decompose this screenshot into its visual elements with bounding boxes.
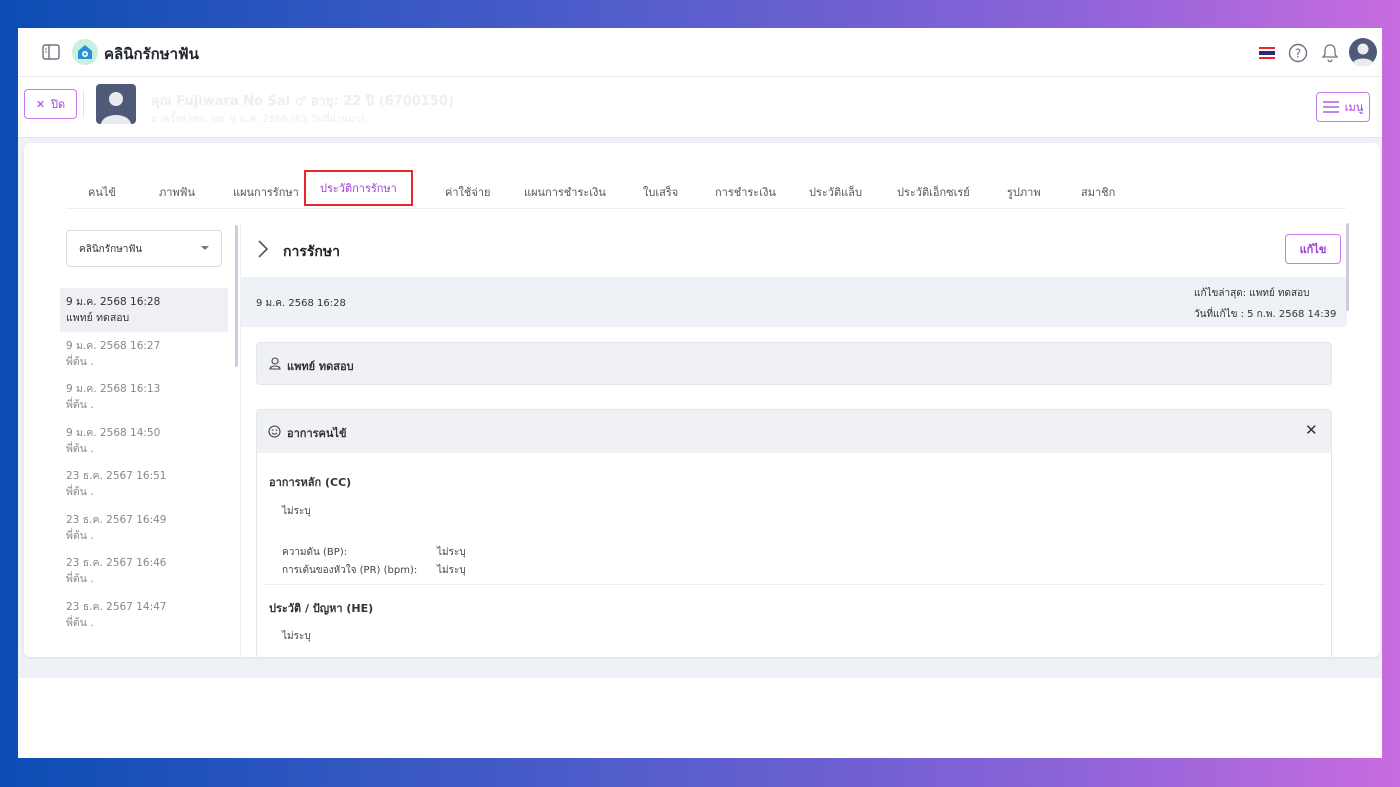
tab-11[interactable]: สมาชิก bbox=[1081, 183, 1115, 201]
avatar-icon[interactable] bbox=[1349, 38, 1377, 66]
tab-6[interactable]: ใบเสร็จ bbox=[643, 183, 678, 201]
close-section-icon[interactable]: ✕ bbox=[1305, 421, 1318, 439]
close-icon: ✕ bbox=[35, 97, 46, 111]
history-date: 23 ธ.ค. 2567 16:46 bbox=[66, 557, 167, 569]
dropdown-arrow-icon bbox=[201, 246, 209, 254]
history-author: แพทย์ ทดสอบ bbox=[66, 312, 130, 324]
history-author: พี่ต้น . bbox=[66, 486, 94, 498]
edit-button[interactable]: แก้ไข bbox=[1285, 234, 1341, 264]
clinic-select[interactable]: คลินิกรักษาฟัน bbox=[66, 230, 222, 267]
smile-icon bbox=[268, 425, 281, 438]
history-date: 23 ธ.ค. 2567 16:51 bbox=[66, 470, 167, 482]
user-icon bbox=[269, 357, 281, 370]
top-bar: คลินิกรักษาฟัน ? bbox=[18, 28, 1382, 77]
thai-flag-icon[interactable] bbox=[1259, 47, 1275, 59]
tab-9[interactable]: ประวัติเอ็กซเรย์ bbox=[897, 183, 970, 201]
chevron-right-icon[interactable] bbox=[257, 240, 269, 258]
patient-avatar bbox=[96, 84, 136, 124]
tab-1[interactable]: ภาพฟัน bbox=[159, 183, 195, 201]
patient-name-line: คุณ Fujiwara No Sai ♂ อายุ: 22 ปี (67001… bbox=[151, 94, 454, 109]
history-item[interactable]: 23 ธ.ค. 2567 16:51 พี่ต้น . bbox=[60, 462, 228, 506]
history-item[interactable]: 9 ม.ค. 2568 16:27 พี่ต้น . bbox=[60, 332, 228, 376]
history-date: 9 ม.ค. 2568 16:28 bbox=[66, 296, 161, 308]
history-item[interactable]: 23 ธ.ค. 2567 14:47 พี่ต้น . bbox=[60, 593, 228, 637]
history-author: พี่ต้น . bbox=[66, 616, 94, 629]
history-item[interactable]: 9 ม.ค. 2568 14:50 พี่ต้น . bbox=[60, 419, 228, 463]
treatment-detail: การรักษา แก้ไข 9 ม.ค. 2568 16:28 แก้ไขล่… bbox=[240, 223, 1348, 657]
history-item[interactable]: 9 ม.ค. 2568 16:13 พี่ต้น . bbox=[60, 375, 228, 419]
menu-button[interactable]: เมนู bbox=[1316, 92, 1370, 122]
tab-8[interactable]: ประวัติแล็บ bbox=[809, 183, 862, 201]
tab-bar: คนไข้ ภาพฟัน แผนการรักษา ประวัติการรักษา ค่า… bbox=[66, 170, 1346, 209]
svg-text:?: ? bbox=[1295, 47, 1301, 61]
detail-scrollbar[interactable] bbox=[1346, 223, 1349, 311]
history-date: 23 ธ.ค. 2567 16:49 bbox=[66, 513, 167, 526]
tab-5[interactable]: แผนการชำระเงิน bbox=[524, 183, 606, 201]
tab-2[interactable]: แผนการรักษา bbox=[233, 183, 299, 201]
history-date: 9 ม.ค. 2568 14:50 bbox=[66, 426, 161, 439]
history-author: พี่ต้น . bbox=[66, 399, 94, 411]
tab-0[interactable]: คนไข้ bbox=[88, 183, 116, 201]
history-item[interactable]: 23 ธ.ค. 2567 16:49 พี่ต้น . bbox=[60, 506, 228, 550]
history-date: 9 ม.ค. 2568 16:13 bbox=[66, 383, 161, 395]
tab-7[interactable]: การชำระเงิน bbox=[715, 183, 776, 201]
detail-title: การรักษา bbox=[283, 244, 340, 260]
tab-10[interactable]: รูปภาพ bbox=[1007, 183, 1041, 201]
history-item[interactable]: 23 ธ.ค. 2567 16:46 พี่ต้น . bbox=[60, 549, 228, 593]
last-visit: มาครั้งล่าสุด: พฤ. 9 ม.ค. 2568 (85 วันที… bbox=[151, 114, 365, 125]
divider bbox=[83, 90, 84, 118]
history-scrollbar[interactable] bbox=[235, 225, 238, 367]
doctor-section: แพทย์ ทดสอบ bbox=[256, 342, 1332, 385]
history-author: พี่ต้น . bbox=[66, 355, 94, 368]
history-date: 9 ม.ค. 2568 16:27 bbox=[66, 339, 161, 352]
close-button[interactable]: ✕ ปิด bbox=[24, 89, 77, 119]
bell-icon[interactable] bbox=[1321, 43, 1339, 63]
history-date: 23 ธ.ค. 2567 14:47 bbox=[66, 600, 167, 613]
content-card: คนไข้ ภาพฟัน แผนการรักษา ประวัติการรักษา ค่า… bbox=[24, 143, 1380, 657]
clinic-logo-icon bbox=[72, 39, 98, 65]
hamburger-icon bbox=[1322, 101, 1339, 113]
record-meta: 9 ม.ค. 2568 16:28 แก้ไขล่าสุด: แพทย์ ทดส… bbox=[241, 277, 1347, 327]
brand-name: คลินิกรักษาฟัน bbox=[104, 45, 199, 63]
help-icon[interactable]: ? bbox=[1288, 43, 1308, 63]
symptoms-section: อาการคนไข้ ✕ อาการหลัก (CC) ไม่ระบุ ความ… bbox=[256, 409, 1332, 657]
history-item[interactable]: 9 ม.ค. 2568 16:28 แพทย์ ทดสอบ bbox=[60, 288, 228, 332]
history-author: พี่ต้น . bbox=[66, 442, 94, 455]
sidebar-toggle-icon[interactable] bbox=[42, 44, 60, 60]
tab-4[interactable]: ค่าใช้จ่าย bbox=[445, 183, 490, 201]
patient-bar: ✕ ปิด คุณ Fujiwara No Sai ♂ อายุ: 22 ปี (… bbox=[18, 78, 1382, 138]
history-author: พี่ต้น . bbox=[66, 573, 94, 585]
tab-3[interactable]: ประวัติการรักษา bbox=[304, 170, 413, 206]
history-author: พี่ต้น . bbox=[66, 529, 94, 542]
app-window: คลินิกรักษาฟัน ? ✕ ปิด คุณ Fujiwara No Sa… bbox=[18, 28, 1382, 758]
